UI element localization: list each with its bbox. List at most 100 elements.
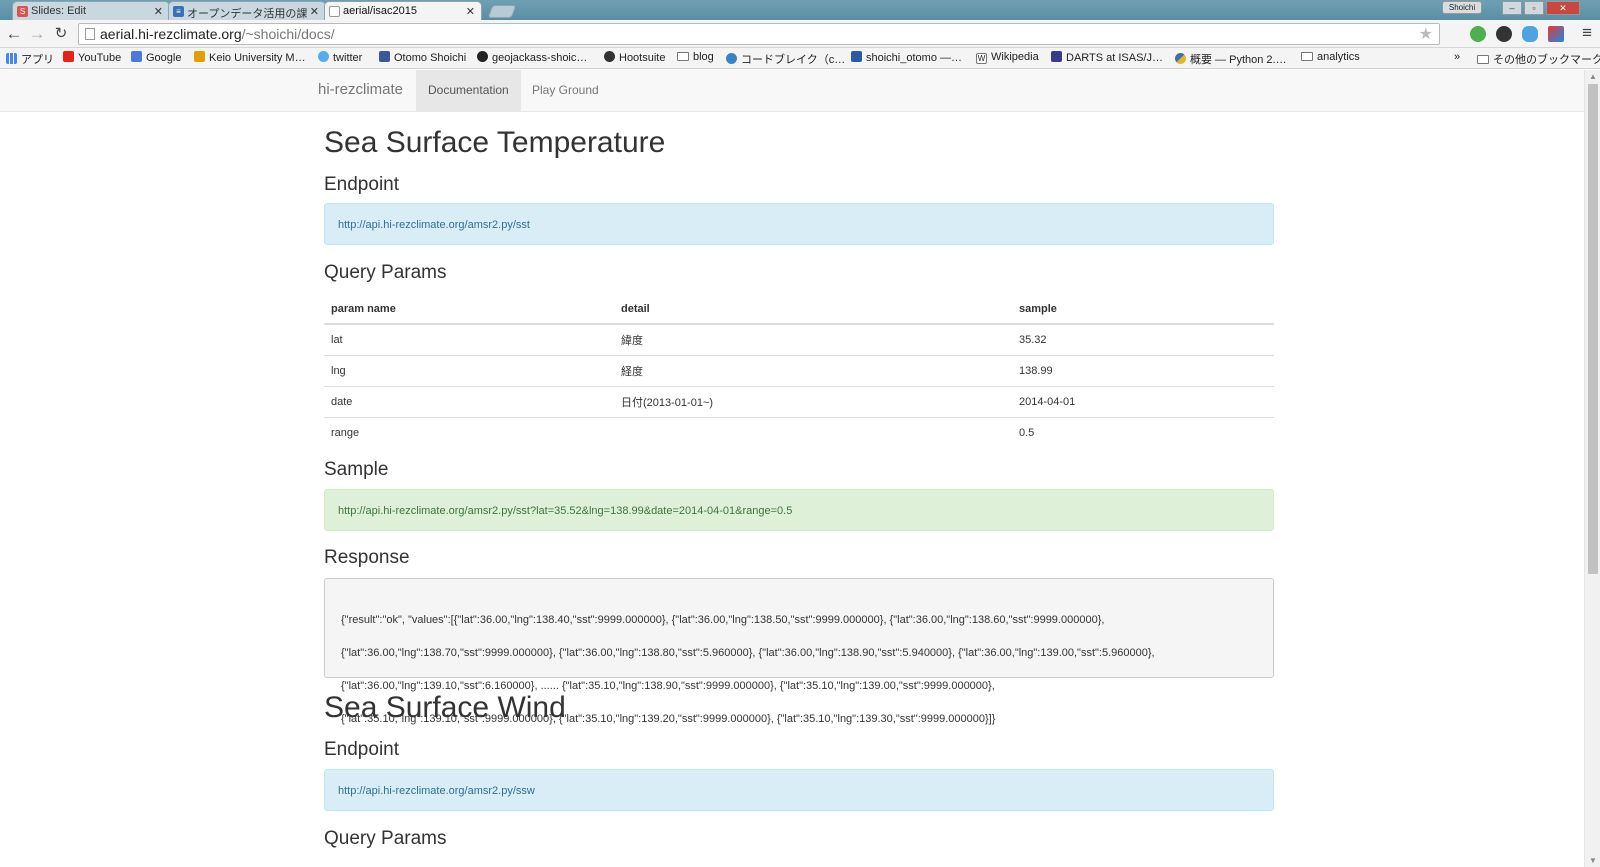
param-name: lng [324, 354, 614, 386]
tab-strip: S Slides: Edit ✕ ≡ オープンデータ活用の課 ✕ aerial/… [0, 0, 1600, 21]
forward-arrow-icon[interactable]: → [27, 24, 47, 44]
bookmark-codebreak[interactable]: コードブレイク（c… [726, 51, 845, 67]
chrome-menu-icon[interactable]: ≡ [1582, 23, 1592, 43]
new-tab-button[interactable] [487, 5, 517, 18]
python-icon [1175, 53, 1186, 64]
other-bookmarks-folder[interactable]: その他のブックマーク [1477, 51, 1600, 67]
cloud-extension-icon[interactable] [1522, 26, 1538, 42]
bookmarks-bar: アプリ YouTube Google Keio University M… tw… [0, 48, 1600, 69]
table-row: range 0.5 [324, 416, 1274, 448]
minimize-icon[interactable]: – [1502, 1, 1522, 15]
darts-icon [1051, 51, 1062, 62]
kanbanflow-extension-icon[interactable] [1548, 26, 1564, 42]
nav-documentation[interactable]: Documentation [416, 70, 521, 111]
param-sample: 35.32 [1012, 323, 1274, 355]
close-icon[interactable]: ✕ [310, 5, 319, 18]
google-icon [131, 51, 142, 62]
bookmark-twitter[interactable]: twitter [318, 51, 362, 64]
bookmark-label: Google [146, 52, 182, 64]
table-row: date 日付(2013-01-01~) 2014-04-01 [324, 385, 1274, 417]
param-sample: 0.5 [1012, 416, 1274, 448]
doc-favicon-icon: ≡ [173, 6, 184, 17]
ssw-endpoint-url: http://api.hi-rezclimate.org/amsr2.py/ss… [324, 769, 1274, 811]
url-text: aerial.hi-rezclimate.org/~shoichi/docs/ [100, 26, 335, 42]
wikipedia-icon: W [976, 53, 987, 64]
bookmark-star-icon[interactable]: ★ [1419, 24, 1433, 44]
nav-play-ground[interactable]: Play Ground [520, 70, 611, 111]
sst-response-heading: Response [324, 547, 410, 568]
bookmark-label: Wikipedia [991, 51, 1039, 63]
bookmark-label: 概要 — Python 2.… [1190, 54, 1287, 66]
bookmark-apps[interactable]: アプリ [6, 51, 54, 67]
scroll-down-arrow-icon[interactable]: ▼ [1589, 856, 1597, 865]
profile-button[interactable]: Shoichi [1442, 1, 1482, 14]
scroll-up-arrow-icon[interactable]: ▲ [1589, 72, 1597, 81]
param-name: lat [324, 323, 614, 355]
folder-icon [677, 52, 689, 61]
bookmark-blog-folder[interactable]: blog [677, 51, 714, 63]
close-icon[interactable]: ✕ [154, 5, 163, 18]
scrollbar-thumb[interactable] [1588, 84, 1598, 574]
bookmark-label: コードブレイク（c… [741, 54, 846, 66]
url-path: /~shoichi/docs/ [241, 26, 335, 42]
extension-icon[interactable] [1496, 26, 1512, 42]
bookmark-label: Hootsuite [619, 52, 666, 64]
folder-icon [1477, 55, 1489, 64]
facebook-icon [379, 51, 390, 62]
sst-title: Sea Surface Temperature [324, 126, 666, 159]
reload-icon[interactable]: ↻ [51, 24, 71, 44]
bookmark-python[interactable]: 概要 — Python 2.… [1175, 51, 1287, 67]
bookmark-label: shoichi_otomo —… [866, 52, 962, 64]
table-row: lng 経度 138.99 [324, 354, 1274, 386]
response-line: {"result":"ok", "values":[{"lat":36.00,"… [341, 613, 1105, 626]
sst-sample-url: http://api.hi-rezclimate.org/amsr2.py/ss… [324, 489, 1274, 531]
bookmark-label: blog [693, 51, 714, 63]
bookmark-label: geojackass-shoic… [492, 52, 588, 64]
bookmark-youtube[interactable]: YouTube [63, 51, 121, 64]
bookmark-analytics-folder[interactable]: analytics [1301, 51, 1360, 63]
page-scrollbar[interactable]: ▲ ▼ [1584, 70, 1600, 867]
table-header: param name [324, 293, 614, 325]
apps-grid-icon [6, 53, 17, 64]
browser-tab-slides[interactable]: S Slides: Edit ✕ [12, 1, 170, 20]
table-header: sample [1012, 293, 1274, 325]
param-detail: 経度 [614, 354, 1012, 386]
bookmark-github[interactable]: geojackass-shoic… [477, 51, 587, 64]
ssw-params-heading: Query Params [324, 828, 447, 849]
evernote-extension-icon[interactable] [1470, 26, 1486, 42]
bookmark-darts[interactable]: DARTS at ISAS/J… [1051, 51, 1163, 64]
bookmark-wikipedia[interactable]: W Wikipedia [976, 51, 1039, 64]
table-header-row: param name detail sample [324, 293, 1274, 325]
browser-tab-opendata[interactable]: ≡ オープンデータ活用の課 ✕ [168, 1, 326, 20]
bookmark-label: YouTube [78, 52, 122, 64]
bookmark-label: アプリ [21, 54, 54, 66]
hootsuite-owl-icon [604, 51, 615, 62]
browser-tab-aerial[interactable]: aerial/isac2015 ✕ [324, 1, 482, 21]
tab-title: aerial/isac2015 [343, 5, 417, 17]
bookmark-facebook[interactable]: Otomo Shoichi [379, 51, 466, 64]
close-icon[interactable]: ✕ [466, 5, 475, 18]
page-viewport: hi-rezclimate Documentation Play Ground … [0, 70, 1600, 867]
address-bar[interactable]: aerial.hi-rezclimate.org/~shoichi/docs/ … [78, 23, 1440, 45]
codebreak-icon [726, 53, 737, 64]
tab-title: Slides: Edit [31, 5, 87, 17]
maximize-icon[interactable]: ▫ [1524, 1, 1544, 15]
github-icon [477, 51, 488, 62]
param-sample: 138.99 [1012, 354, 1274, 386]
bookmark-label: twitter [333, 52, 363, 64]
param-name: date [324, 385, 614, 417]
brand-link[interactable]: hi-rezclimate [318, 81, 403, 98]
page-favicon-icon [329, 6, 340, 17]
param-detail: 緯度 [614, 323, 1012, 355]
bookmark-google[interactable]: Google [131, 51, 181, 64]
back-arrow-icon[interactable]: ← [4, 24, 24, 44]
bookmarks-overflow-chevron-icon[interactable]: » [1454, 51, 1460, 63]
bookmark-label: DARTS at ISAS/J… [1066, 52, 1163, 64]
bookmark-hootsuite[interactable]: Hootsuite [604, 51, 665, 64]
window-close-icon[interactable]: ✕ [1546, 1, 1580, 15]
bookmark-keio[interactable]: Keio University M… [194, 51, 306, 64]
keio-icon [194, 51, 205, 62]
bookmark-shoichi-otomo[interactable]: shoichi_otomo —… [851, 51, 962, 64]
sst-endpoint-url: http://api.hi-rezclimate.org/amsr2.py/ss… [324, 203, 1274, 245]
sst-params-heading: Query Params [324, 262, 447, 283]
